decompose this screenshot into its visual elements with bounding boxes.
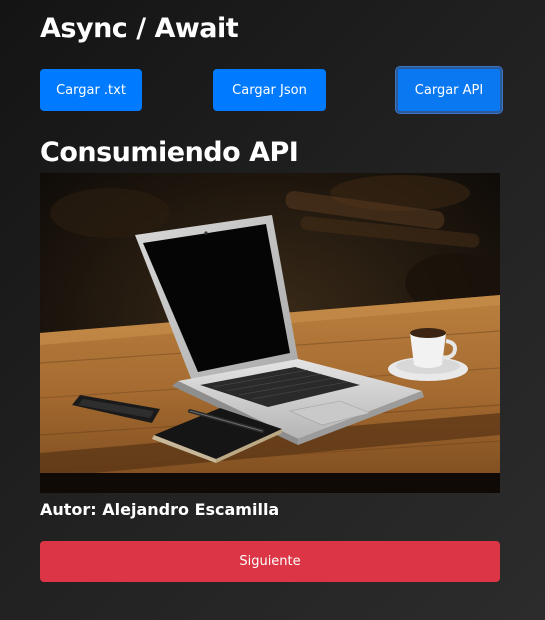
load-api-button[interactable]: Cargar API <box>396 67 502 113</box>
author-label: Autor: Alejandro Escamilla <box>40 500 280 519</box>
load-txt-button[interactable]: Cargar .txt <box>40 69 142 111</box>
load-json-button[interactable]: Cargar Json <box>213 69 326 111</box>
author-photo <box>40 173 500 493</box>
next-button[interactable]: Siguiente <box>40 541 500 582</box>
section-title: Consumiendo API <box>40 137 299 168</box>
page-title: Async / Await <box>40 13 239 44</box>
